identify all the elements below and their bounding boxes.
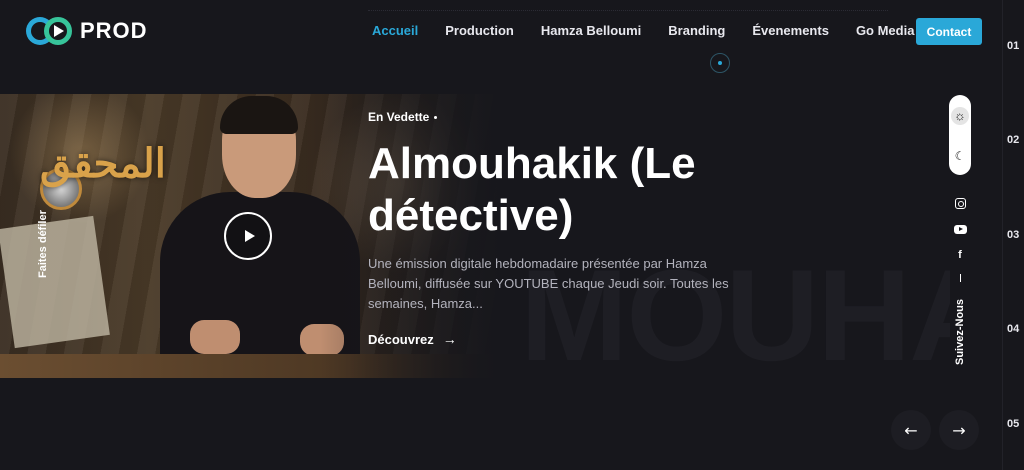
arrow-left-icon: ← — [904, 420, 918, 440]
nav-item-accueil[interactable]: Accueil — [372, 23, 418, 38]
follow-us-label: Suivez-Nous — [954, 299, 966, 366]
nav-item-production[interactable]: Production — [445, 23, 514, 38]
hero-description: Une émission digitale hebdomadaire prése… — [368, 256, 729, 311]
hero-title: Almouhakik (Le détective) — [368, 139, 696, 240]
arrow-right-icon: → — [952, 420, 966, 440]
sun-icon[interactable]: ☼ — [951, 107, 969, 125]
play-video-button[interactable] — [224, 212, 272, 260]
moon-icon[interactable]: ☾ — [951, 147, 969, 165]
hero-content: En Vedette Almouhakik (Le détective) Une… — [368, 110, 768, 347]
nav-divider-top — [368, 10, 888, 11]
youtube-icon[interactable] — [952, 222, 968, 236]
slide-number-01[interactable]: 01 — [1007, 40, 1019, 52]
scroll-hint: Faites défiler — [33, 202, 49, 278]
next-slide-button[interactable]: → — [939, 410, 979, 450]
logo-text: PROD — [80, 18, 148, 43]
social-links: f — [951, 196, 969, 282]
nav-item-go-media[interactable]: Go Media — [856, 23, 915, 38]
kicker-dot-icon — [434, 115, 438, 119]
facebook-icon[interactable]: f — [952, 248, 968, 262]
slide-number-05[interactable]: 05 — [1007, 418, 1019, 430]
show-logo-arabic: المحقق — [40, 140, 166, 187]
hero-kicker: En Vedette — [368, 110, 768, 124]
follow-us: Suivez-Nous — [940, 296, 980, 370]
instagram-icon[interactable] — [952, 196, 968, 210]
contact-button[interactable]: Contact — [916, 18, 982, 45]
hero-kicker-label: En Vedette — [368, 110, 430, 124]
discover-link-label: Découvrez — [368, 331, 434, 347]
main-nav: Accueil Production Hamza Belloumi Brandi… — [372, 23, 914, 38]
theme-toggle[interactable]: ☼ ☾ — [949, 95, 971, 175]
logo[interactable]: PROD — [26, 15, 148, 47]
play-icon — [244, 230, 255, 242]
logo-mark-icon — [26, 15, 74, 47]
discover-link[interactable]: Découvrez → — [368, 331, 768, 347]
nav-active-indicator — [710, 53, 730, 73]
social-divider — [959, 274, 961, 282]
nav-item-hamza-belloumi[interactable]: Hamza Belloumi — [541, 23, 641, 38]
hero-slider: MOUHAKIK المحقق Faites défiler En — [0, 94, 1024, 388]
arrow-right-icon: → — [442, 331, 457, 347]
prev-slide-button[interactable]: ← — [891, 410, 931, 450]
page: PROD Accueil Production Hamza Belloumi B… — [0, 0, 1024, 470]
nav-item-evenements[interactable]: Évenements — [752, 23, 829, 38]
nav-item-branding[interactable]: Branding — [668, 23, 725, 38]
scroll-hint-label: Faites défiler — [37, 210, 49, 278]
